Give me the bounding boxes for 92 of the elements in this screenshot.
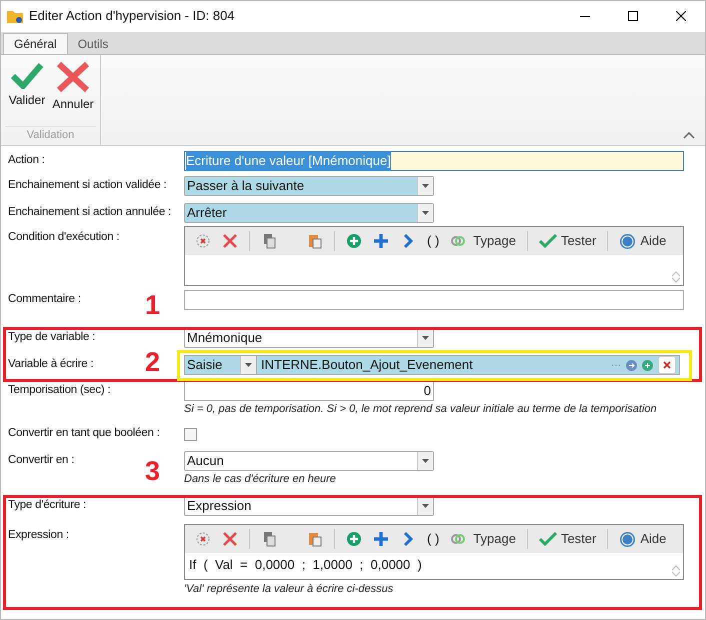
- step-number: 3: [145, 458, 160, 485]
- add-circle-icon[interactable]: [346, 233, 362, 249]
- dropdown-button[interactable]: [417, 452, 433, 470]
- dropdown-value: Expression: [186, 497, 252, 516]
- field-label: Convertir en :: [8, 453, 74, 468]
- dropdown-field[interactable]: Aucun: [184, 451, 434, 471]
- delete-icon[interactable]: [222, 531, 238, 547]
- hint-text: 'Val' représente la valeur à écrire ci-dessus: [184, 582, 394, 597]
- caret-icon: [422, 184, 429, 188]
- dropdown-value: Saisie: [186, 356, 224, 374]
- dropdown-value: Passer à la suivante: [186, 177, 306, 196]
- caret-icon: [245, 363, 252, 367]
- paste-icon[interactable]: [307, 233, 323, 249]
- plus-icon[interactable]: [373, 531, 389, 547]
- dropdown-field[interactable]: Arrêter: [184, 202, 434, 222]
- number-field[interactable]: 0: [184, 381, 434, 401]
- caret-icon: [422, 210, 429, 214]
- validate-button[interactable]: Valider: [5, 61, 49, 113]
- expression-text: If ( Val = 0,0000 ; 1,0000 ; 0,0000 ): [189, 557, 422, 572]
- rings-icon[interactable]: [450, 531, 466, 547]
- remove-button[interactable]: [658, 356, 676, 374]
- field-label: Variable à écrire :: [8, 357, 94, 372]
- check-icon: [538, 234, 557, 248]
- field-label: Action :: [8, 153, 45, 168]
- help-icon: [619, 232, 636, 250]
- rings-icon[interactable]: [450, 233, 466, 249]
- dropdown-field[interactable]: Mnémonique: [184, 328, 434, 348]
- ribbon-tab[interactable]: Outils: [68, 33, 118, 54]
- copy-icon[interactable]: [261, 531, 277, 547]
- maximize-icon: [628, 11, 638, 21]
- hint-text: Dans le cas d'écriture en heure: [184, 472, 337, 487]
- field-label: Commentaire :: [8, 292, 81, 308]
- folder-icon: [7, 9, 23, 23]
- dropdown-button[interactable]: [417, 204, 433, 222]
- check-icon: [10, 61, 44, 89]
- dropdown-button[interactable]: [417, 497, 433, 515]
- expression-editor[interactable]: ( ) Typage Tester Aide: [184, 226, 684, 286]
- help-icon: [619, 530, 636, 548]
- arrow-icon[interactable]: [626, 360, 637, 370]
- dropdown-button[interactable]: [417, 329, 433, 347]
- plus-icon[interactable]: [373, 233, 389, 249]
- clear-icon[interactable]: [195, 233, 211, 249]
- parentheses-button[interactable]: ( ): [427, 231, 440, 251]
- field-label: Temporisation (sec) :: [8, 383, 111, 398]
- test-button[interactable]: Tester: [538, 231, 596, 251]
- field-value: Ecriture d'une valeur [Mnémonique]: [186, 151, 391, 171]
- variable-value: INTERNE.Bouton_Ajout_Evenement: [260, 356, 474, 374]
- dropdown-value: Mnémonique: [186, 329, 264, 348]
- help-button[interactable]: Aide: [619, 529, 666, 549]
- field-label: Type d'écriture :: [8, 498, 86, 514]
- dropdown-field[interactable]: Expression: [184, 496, 434, 516]
- dropdown-value: Arrêter: [186, 204, 228, 222]
- delete-icon[interactable]: [222, 233, 238, 249]
- copy-icon[interactable]: [261, 233, 277, 249]
- window-title: Editer Action d'hypervision - ID: 804: [29, 7, 235, 26]
- expression-editor[interactable]: ( ) Typage Tester Aide If ( Val = 0,0000 ; 1,0000 ; 0,0000 ): [184, 524, 684, 580]
- close-icon: [663, 361, 671, 369]
- dropdown-value: Aucun: [186, 452, 225, 470]
- caret-icon: [422, 504, 429, 508]
- field-label: Convertir en tant que booléen :: [8, 426, 160, 442]
- field-label: Enchainement si action annulée :: [8, 204, 172, 220]
- ribbon-tab[interactable]: Général: [3, 33, 68, 54]
- dropdown-field[interactable]: Passer à la suivante: [184, 176, 434, 196]
- test-button[interactable]: Tester: [538, 529, 596, 549]
- field-label: Type de variable :: [8, 330, 96, 346]
- typage-button[interactable]: Typage: [473, 231, 516, 251]
- check-icon: [538, 532, 557, 546]
- step-number: 1: [145, 292, 160, 319]
- field-label: Condition d'exécution :: [8, 230, 120, 245]
- checkbox[interactable]: [184, 428, 197, 440]
- dropdown-button[interactable]: [417, 177, 433, 195]
- collapse-icon[interactable]: [683, 132, 695, 139]
- close-icon: [676, 11, 686, 21]
- field-label: Enchainement si action validée :: [8, 178, 167, 194]
- cancel-button[interactable]: Annuler: [51, 61, 95, 113]
- group-label: Validation: [5, 126, 96, 143]
- typage-button[interactable]: Typage: [473, 529, 516, 549]
- caret-icon: [422, 336, 429, 340]
- help-button[interactable]: Aide: [619, 231, 666, 251]
- add-circle-icon[interactable]: [642, 360, 653, 370]
- add-circle-icon[interactable]: [346, 531, 362, 547]
- cross-icon: [56, 61, 90, 93]
- parentheses-button[interactable]: ( ): [427, 529, 440, 549]
- field-label: Expression :: [8, 528, 69, 543]
- caret-icon: [422, 459, 429, 463]
- mode-dropdown[interactable]: Saisie: [185, 356, 257, 374]
- clear-icon[interactable]: [195, 531, 211, 547]
- paste-icon[interactable]: [307, 531, 323, 547]
- dropdown-button[interactable]: [240, 356, 256, 374]
- step-number: 2: [145, 349, 160, 376]
- hint-text: Si = 0, pas de temporisation. Si > 0, le mot reprend sa valeur initiale au terme de la temporisation: [184, 402, 658, 417]
- comment-field[interactable]: [184, 290, 684, 310]
